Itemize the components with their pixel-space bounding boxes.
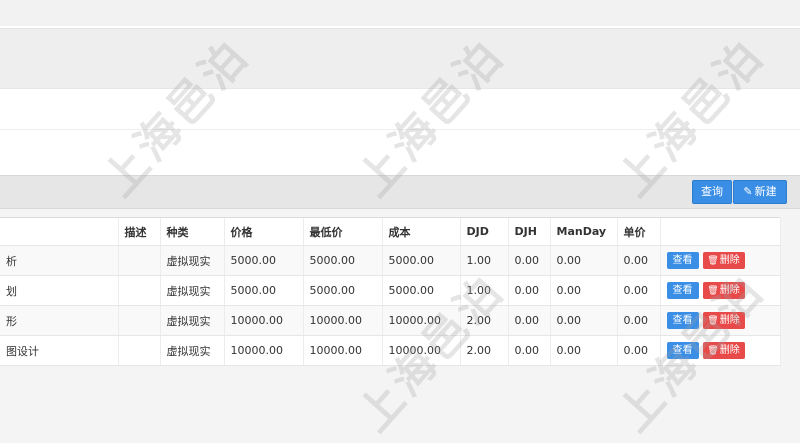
view-button[interactable]: 查看 [666,252,699,269]
delete-label: 删除 [719,285,740,296]
cell-djh: 0.00 [508,335,551,366]
cell-djh: 0.00 [508,245,551,276]
cell-manday: 0.00 [550,245,618,276]
cell-name: 析 [0,245,119,276]
col-header-min-price[interactable]: 最低价 [303,218,383,246]
cell-cost: 10000.00 [382,335,461,366]
trash-icon: 🗑 [707,316,719,326]
delete-label: 删除 [719,315,740,326]
cell-djd: 1.00 [460,275,509,306]
cell-min-price: 10000.00 [303,335,383,366]
col-header-price[interactable]: 价格 [224,218,304,246]
cell-manday: 0.00 [550,305,618,336]
table-header-row: 描述 种类 价格 最低价 成本 DJD DJH ManDay 单价 [0,218,781,246]
cell-manday: 0.00 [550,335,618,366]
delete-button[interactable]: 🗑删除 [702,282,745,299]
cell-name: 划 [0,275,119,306]
search-form-area [0,88,800,176]
table-row[interactable]: 图设计 虚拟现实 10000.00 10000.00 10000.00 2.00… [0,335,781,366]
cell-desc [118,305,161,336]
col-header-actions [660,218,781,246]
cell-actions: 查看 🗑删除 [660,335,781,366]
cell-price: 10000.00 [224,305,304,336]
data-table: 描述 种类 价格 最低价 成本 DJD DJH ManDay 单价 析 虚拟现实… [0,217,781,366]
view-button[interactable]: 查看 [666,282,699,299]
table-toolbar [0,175,800,209]
col-header-manday[interactable]: ManDay [550,218,618,246]
col-header-unit-price[interactable]: 单价 [617,218,661,246]
form-divider [0,129,800,130]
cell-manday: 0.00 [550,275,618,306]
table-row[interactable]: 形 虚拟现实 10000.00 10000.00 10000.00 2.00 0… [0,305,781,336]
cell-actions: 查看 🗑删除 [660,275,781,306]
table-row[interactable]: 划 虚拟现实 5000.00 5000.00 5000.00 1.00 0.00… [0,275,781,306]
cell-price: 5000.00 [224,245,304,276]
header-band [0,28,800,89]
col-header-djh[interactable]: DJH [508,218,551,246]
cell-actions: 查看 🗑删除 [660,245,781,276]
col-header-kind[interactable]: 种类 [160,218,225,246]
cell-cost: 5000.00 [382,245,461,276]
cell-unit-price: 0.00 [617,305,661,336]
cell-name: 形 [0,305,119,336]
delete-button[interactable]: 🗑删除 [702,342,745,359]
cell-min-price: 10000.00 [303,305,383,336]
cell-desc [118,335,161,366]
view-button[interactable]: 查看 [666,342,699,359]
delete-button[interactable]: 🗑删除 [702,252,745,269]
cell-desc [118,245,161,276]
cell-kind: 虚拟现实 [160,305,225,336]
trash-icon: 🗑 [707,256,719,266]
trash-icon: 🗑 [707,346,719,356]
cell-actions: 查看 🗑删除 [660,305,781,336]
cell-kind: 虚拟现实 [160,245,225,276]
delete-button[interactable]: 🗑删除 [702,312,745,329]
cell-cost: 10000.00 [382,305,461,336]
cell-name: 图设计 [0,335,119,366]
new-button-label: 新建 [754,185,777,198]
cell-min-price: 5000.00 [303,245,383,276]
cell-desc [118,275,161,306]
cell-djh: 0.00 [508,275,551,306]
cell-kind: 虚拟现实 [160,275,225,306]
cell-price: 10000.00 [224,335,304,366]
cell-unit-price: 0.00 [617,275,661,306]
cell-kind: 虚拟现实 [160,335,225,366]
pencil-icon: ✎ [743,185,753,198]
trash-icon: 🗑 [707,286,719,296]
col-header[interactable] [0,218,119,246]
cell-djd: 2.00 [460,305,509,336]
cell-price: 5000.00 [224,275,304,306]
cell-min-price: 5000.00 [303,275,383,306]
delete-label: 删除 [719,255,740,266]
cell-unit-price: 0.00 [617,245,661,276]
col-header-cost[interactable]: 成本 [382,218,461,246]
new-button[interactable]: ✎ 新建 [733,180,787,204]
query-button[interactable]: 查询 [692,180,732,204]
col-header-djd[interactable]: DJD [460,218,509,246]
cell-unit-price: 0.00 [617,335,661,366]
cell-djh: 0.00 [508,305,551,336]
cell-djd: 2.00 [460,335,509,366]
col-header-desc[interactable]: 描述 [118,218,161,246]
cell-cost: 5000.00 [382,275,461,306]
top-bar [0,0,800,26]
table-row[interactable]: 析 虚拟现实 5000.00 5000.00 5000.00 1.00 0.00… [0,245,781,276]
view-button[interactable]: 查看 [666,312,699,329]
delete-label: 删除 [719,345,740,356]
cell-djd: 1.00 [460,245,509,276]
